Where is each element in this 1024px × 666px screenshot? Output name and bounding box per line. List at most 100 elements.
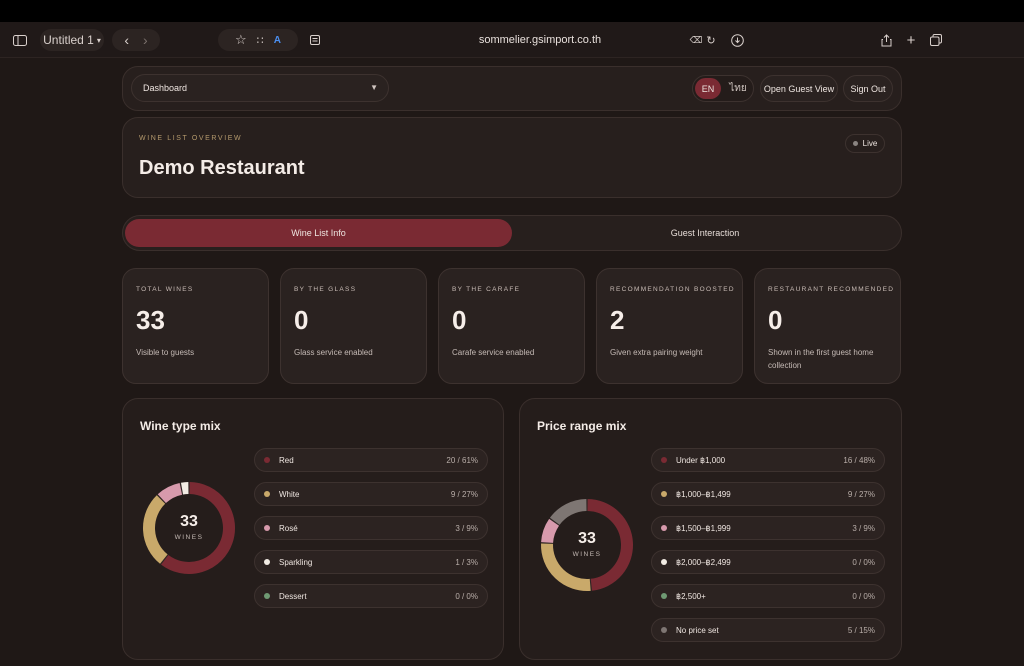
browser-quick-actions: ☆ ∷ A (218, 29, 298, 51)
stat-caption: Glass service enabled (294, 348, 373, 357)
legend-name: Under ฿1,000 (676, 455, 726, 465)
reload-icon[interactable]: ↻ (703, 29, 719, 51)
legend-name: ฿2,000–฿2,499 (676, 557, 731, 567)
legend-value: 3 / 9% (455, 523, 478, 533)
stat-card-restaurant-recommended: RESTAURANT RECOMMENDED 0 Shown in the fi… (754, 268, 901, 384)
browser-toolbar: Untitled 1 ▾ ‹ › ☆ ∷ A sommelier.gsimpor… (0, 22, 1024, 58)
stat-value: 0 (452, 305, 467, 335)
legend-row-1000-1499: ฿1,000–฿1,499 9 / 27% (651, 482, 885, 506)
legend-name: Sparkling (279, 557, 313, 567)
legend-dot-icon (661, 525, 667, 531)
legend-value: 20 / 61% (446, 455, 478, 465)
download-icon[interactable] (728, 29, 746, 51)
wine-type-donut-slice-2 (157, 482, 183, 504)
stat-label: BY THE CARAFE (452, 286, 521, 293)
url-text: sommelier.gsimport.co.th (478, 34, 602, 46)
caret-down-icon: ▼ (370, 83, 378, 92)
legend-dot-icon (264, 525, 270, 531)
back-icon[interactable]: ‹ (124, 32, 129, 48)
stat-label: RESTAURANT RECOMMENDED (768, 286, 895, 293)
lang-th-button[interactable]: ไทย (725, 78, 751, 99)
legend-value: 1 / 3% (455, 557, 478, 567)
wine-type-donut-slice-3 (180, 482, 189, 495)
stat-value: 0 (294, 305, 309, 335)
legend-value: 0 / 0% (455, 591, 478, 601)
status-label: Live (862, 139, 878, 148)
open-guest-view-button[interactable]: Open Guest View (760, 75, 838, 102)
legend-name: Rosé (279, 523, 298, 533)
legend-name: ฿2,500+ (676, 591, 706, 601)
legend-dot-icon (264, 559, 270, 565)
tab-wine-list-info[interactable]: Wine List Info (125, 219, 512, 247)
legend-dot-icon (661, 491, 667, 497)
grid-icon[interactable]: ∷ (257, 34, 264, 47)
share-icon[interactable] (877, 29, 895, 51)
language-toggle: EN ไทย (692, 75, 754, 102)
translate-icon[interactable]: A (274, 35, 281, 46)
legend-name: Red (279, 455, 294, 465)
sidebar-toggle-icon[interactable] (10, 29, 30, 51)
panel-title: Price range mix (537, 419, 627, 433)
legend-row-2000-2499: ฿2,000–฿2,499 0 / 0% (651, 550, 885, 574)
new-tab-icon[interactable]: + (902, 29, 920, 51)
legend-name: White (279, 489, 300, 499)
donut-total: 33 (578, 530, 596, 547)
stat-label: RECOMMENDATION BOOSTED (610, 286, 735, 293)
legend-value: 3 / 9% (852, 523, 875, 533)
tab-group-selector[interactable]: Untitled 1 ▾ (40, 29, 104, 51)
legend-dot-icon (264, 593, 270, 599)
reader-icon[interactable] (307, 29, 323, 51)
history-nav: ‹ › (112, 29, 160, 51)
overview-eyebrow: WINE LIST OVERVIEW (139, 135, 243, 142)
price-range-donut-center: 33 WINES (537, 530, 637, 558)
legend-row-dessert: Dessert 0 / 0% (254, 584, 488, 608)
legend-dot-icon (661, 627, 667, 633)
bookmark-star-icon[interactable]: ☆ (235, 32, 247, 48)
stat-caption: Shown in the first guest home collection (768, 348, 874, 370)
stat-caption: Carafe service enabled (452, 348, 535, 357)
view-select[interactable]: Dashboard ▼ (131, 74, 389, 102)
status-badge: Live (845, 134, 885, 153)
legend-name: ฿1,000–฿1,499 (676, 489, 731, 499)
legend-row-no-price: No price set 5 / 15% (651, 618, 885, 642)
legend-value: 0 / 0% (852, 591, 875, 601)
legend-row-2500-plus: ฿2,500+ 0 / 0% (651, 584, 885, 608)
price-range-donut-slice-5 (549, 499, 587, 526)
panel-title: Wine type mix (140, 419, 221, 433)
stat-caption: Given extra pairing weight (610, 348, 703, 357)
legend-value: 16 / 48% (843, 455, 875, 465)
legend-name: ฿1,500–฿1,999 (676, 523, 731, 533)
legend-row-white: White 9 / 27% (254, 482, 488, 506)
stat-label: BY THE GLASS (294, 286, 357, 293)
stat-value: 2 (610, 305, 625, 335)
sign-out-button[interactable]: Sign Out (843, 75, 893, 102)
lang-en-button[interactable]: EN (695, 78, 721, 99)
address-bar[interactable]: sommelier.gsimport.co.th (330, 29, 750, 51)
translate-page-icon[interactable]: ⌫ (688, 29, 704, 51)
stat-card-by-the-carafe: BY THE CARAFE 0 Carafe service enabled (438, 268, 585, 384)
stat-card-total-wines: TOTAL WINES 33 Visible to guests (122, 268, 269, 384)
legend-name: Dessert (279, 591, 307, 601)
donut-total: 33 (180, 513, 198, 530)
tab-group-label: Untitled 1 (43, 33, 94, 47)
legend-value: 9 / 27% (450, 489, 478, 499)
restaurant-title: Demo Restaurant (139, 157, 305, 179)
legend-dot-icon (264, 491, 270, 497)
legend-value: 5 / 15% (847, 625, 875, 635)
donut-unit: WINES (572, 551, 602, 558)
stat-value: 33 (136, 305, 165, 335)
legend-row-under-1000: Under ฿1,000 16 / 48% (651, 448, 885, 472)
legend-dot-icon (264, 457, 270, 463)
forward-icon[interactable]: › (143, 32, 148, 48)
chevron-down-icon: ▾ (96, 35, 101, 45)
legend-name: No price set (676, 625, 719, 635)
tab-overview-icon[interactable] (927, 29, 945, 51)
legend-value: 0 / 0% (852, 557, 875, 567)
os-menu-bar (0, 0, 1024, 22)
tab-guest-interaction[interactable]: Guest Interaction (512, 219, 898, 247)
view-select-value: Dashboard (143, 83, 188, 93)
legend-dot-icon (661, 457, 667, 463)
stat-card-recommendation-boosted: RECOMMENDATION BOOSTED 2 Given extra pai… (596, 268, 743, 384)
stat-card-by-the-glass: BY THE GLASS 0 Glass service enabled (280, 268, 427, 384)
status-dot-icon (852, 141, 858, 146)
